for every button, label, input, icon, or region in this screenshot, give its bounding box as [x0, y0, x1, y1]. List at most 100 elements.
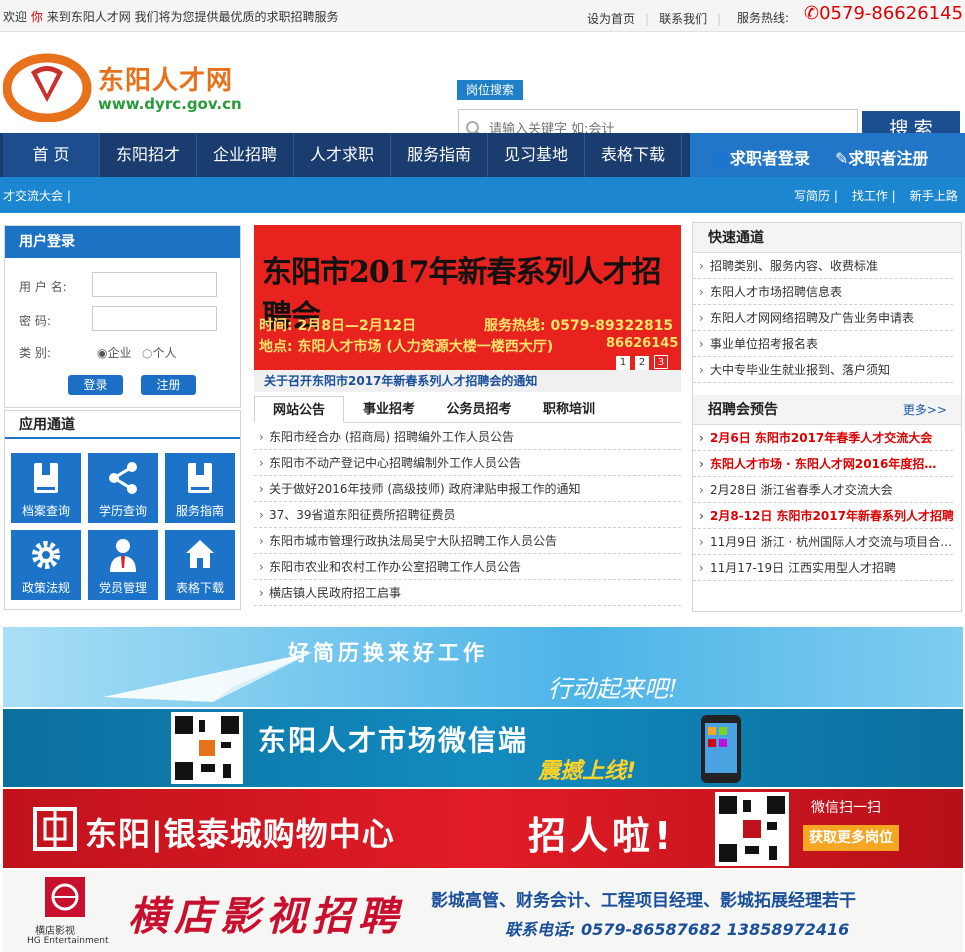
gear-icon: [32, 541, 60, 569]
ad2-slogan: 震撼上线!: [538, 759, 637, 784]
person-tie-icon: [110, 539, 136, 572]
type-personal-label: 个人: [152, 346, 177, 360]
banner-hotline2: 86626145: [606, 336, 679, 351]
tile-degree-query[interactable]: 学历查询: [88, 453, 158, 523]
sub-nav: 才交流大会 | 写简历 | 找工作 | 新手上路: [0, 177, 965, 213]
register-button[interactable]: 注册: [141, 375, 196, 395]
nav-item-internship-base[interactable]: 见习基地: [488, 133, 585, 177]
tile-service-guide[interactable]: 服务指南: [165, 453, 235, 523]
list-item[interactable]: 东阳市经合办 (招商局) 招聘编外工作人员公告: [254, 424, 681, 450]
logo-name[interactable]: 东阳人才网: [98, 60, 233, 97]
tile-label: 档案查询: [21, 504, 70, 518]
jobseeker-register-link[interactable]: ✎求职者注册: [835, 145, 928, 169]
site-logo-icon[interactable]: [3, 50, 93, 122]
nav-item-dongyang-recruit[interactable]: 东阳招才: [100, 133, 197, 177]
newbie-link[interactable]: 新手上路: [910, 189, 958, 203]
list-item[interactable]: 事业单位招考报名表: [693, 331, 953, 357]
type-company-radio[interactable]: ◉企业: [97, 344, 132, 361]
list-item[interactable]: 2月8-12日 东阳市2017年新春系列人才招聘会: [693, 503, 953, 529]
tab-site-notice[interactable]: 网站公告: [254, 396, 344, 423]
login-panel-title: 用户登录: [5, 226, 240, 258]
nav-item-home[interactable]: 首 页: [3, 133, 100, 177]
hotline-label: 服务热线:: [737, 11, 790, 25]
search-tab[interactable]: 岗位搜索: [457, 80, 523, 100]
app-channel-title: 应用通道: [5, 411, 240, 439]
write-resume-link[interactable]: 写简历 |: [794, 189, 838, 203]
yintai-logo-icon: [33, 807, 77, 851]
find-job-link[interactable]: 找工作 |: [852, 189, 896, 203]
banner-page-3[interactable]: 3: [654, 355, 668, 369]
banner-page-2[interactable]: 2: [635, 356, 649, 370]
list-item[interactable]: 招聘类别、服务内容、收费标准: [693, 253, 953, 279]
contact-link[interactable]: 联系我们: [659, 12, 707, 26]
radio-checked-icon: ◉: [97, 346, 108, 360]
banner-hotline: 服务热线: 0579-89322815: [484, 318, 674, 334]
list-item[interactable]: 东阳市农业和农村工作办公室招聘工作人员公告: [254, 554, 681, 580]
list-item[interactable]: 东阳市城市管理行政执法局吴宁大队招聘工作人员公告: [254, 528, 681, 554]
more-link[interactable]: 更多>>: [903, 395, 947, 425]
list-item[interactable]: 2月6日 东阳市2017年春季人才交流大会: [693, 425, 953, 451]
welcome-prefix: 欢迎: [3, 10, 28, 24]
list-item[interactable]: 东阳人才市场招聘信息表: [693, 279, 953, 305]
tile-label: 服务指南: [175, 504, 224, 518]
ad-hengdian-banner[interactable]: 横店影视 HG Entertainment 横店影视招聘 影城高管、财务会计、工…: [3, 870, 963, 952]
event-banner[interactable]: 东阳市2017年新春系列人才招聘会 时间: 2月8日—2月12日 服务热线: 0…: [254, 225, 681, 370]
list-item[interactable]: 东阳市不动产登记中心招聘编制外工作人员公告: [254, 450, 681, 476]
banner-time: 时间: 2月8日—2月12日: [259, 318, 417, 334]
tile-party-member[interactable]: 党员管理: [88, 530, 158, 600]
tab-civil-servant[interactable]: 公务员招考: [434, 396, 524, 423]
login-button[interactable]: 登录: [68, 375, 123, 395]
list-item[interactable]: 关于做好2016年技师 (高级技师) 政府津贴申报工作的通知: [254, 476, 681, 502]
ad1-slogan: 行动起来吧!: [548, 675, 678, 703]
list-item[interactable]: 2月28日 浙江省春季人才交流大会: [693, 477, 953, 503]
list-item[interactable]: 东阳人才市场 · 东阳人才网2016年度招…: [693, 451, 953, 477]
ad-wechat-banner[interactable]: 东阳人才市场微信端 震撼上线!: [3, 709, 963, 787]
ad3-slogan: 招人啦!: [528, 814, 676, 858]
tile-policy[interactable]: 政策法规: [11, 530, 81, 600]
list-item[interactable]: 东阳人才网网络招聘及广告业务申请表: [693, 305, 953, 331]
quick-channel-title: 快速通道: [693, 223, 961, 253]
password-input[interactable]: [92, 306, 217, 331]
phone-icon: ✆: [804, 3, 820, 24]
ad4-logo-name: 横店影视: [35, 926, 75, 937]
ad1-title: 好简历换来好工作: [288, 641, 488, 665]
ad-resume-banner[interactable]: 好简历换来好工作 行动起来吧!: [3, 627, 963, 707]
tile-label: 学历查询: [98, 504, 147, 518]
ad-yintai-banner[interactable]: 东阳|银泰城购物中心 招人啦! 微信扫一扫 获取更多岗位: [3, 789, 963, 868]
phone-icon: [701, 715, 741, 783]
tile-form-download[interactable]: 表格下载: [165, 530, 235, 600]
jobseeker-register-label: 求职者注册: [848, 149, 929, 168]
qr-code-icon: [171, 712, 243, 784]
list-item[interactable]: 横店镇人民政府招工启事: [254, 580, 681, 606]
logo-url: www.dyrc.gov.cn: [98, 95, 242, 113]
list-item[interactable]: 11月9日 浙江 · 杭州国际人才交流与项目合…: [693, 529, 953, 555]
banner-caption[interactable]: 关于召开东阳市2017年新春系列人才招聘会的通知: [254, 370, 681, 392]
ad3-scan: 微信扫一扫: [811, 800, 881, 816]
news-list: 东阳市经合办 (招商局) 招聘编外工作人员公告 东阳市不动产登记中心招聘编制外工…: [254, 424, 681, 606]
nav-item-form-download[interactable]: 表格下载: [585, 133, 682, 177]
banner-page-1[interactable]: 1: [616, 356, 630, 370]
divider: |: [717, 12, 722, 26]
list-item[interactable]: 大中专毕业生就业报到、落户须知: [693, 357, 953, 383]
nav-item-company-jobs[interactable]: 企业招聘: [197, 133, 294, 177]
edit-icon: ✎: [835, 149, 849, 168]
jobseeker-login-link[interactable]: 👤求职者登录: [710, 145, 810, 169]
banner-place: 地点: 东阳人才市场 (人力资源大楼一楼西大厅): [259, 339, 554, 355]
tile-label: 政策法规: [21, 581, 70, 595]
welcome-text: 欢迎 你 来到东阳人才网 我们将为您提供最优质的求职招聘服务: [3, 8, 339, 25]
welcome-you: 你: [30, 10, 43, 24]
list-item[interactable]: 11月17-19日 江西实用型人才招聘: [693, 555, 953, 581]
tab-public-institution[interactable]: 事业招考: [344, 396, 434, 423]
ad3-more-button[interactable]: 获取更多岗位: [803, 825, 899, 851]
set-home-link[interactable]: 设为首页: [587, 12, 635, 26]
username-input[interactable]: [92, 272, 217, 297]
ad4-positions: 影城高管、财务会计、工程项目经理、影城拓展经理若干: [431, 891, 856, 911]
book-icon: [34, 463, 58, 493]
tile-archive-query[interactable]: 档案查询: [11, 453, 81, 523]
list-item[interactable]: 37、39省道东阳征费所招聘征费员: [254, 502, 681, 528]
tab-title-training[interactable]: 职称培训: [524, 396, 614, 423]
marquee-text[interactable]: 才交流大会 |: [3, 187, 71, 204]
nav-item-service-guide[interactable]: 服务指南: [391, 133, 488, 177]
type-personal-radio[interactable]: ○个人: [142, 344, 177, 361]
nav-item-job-seeking[interactable]: 人才求职: [294, 133, 391, 177]
